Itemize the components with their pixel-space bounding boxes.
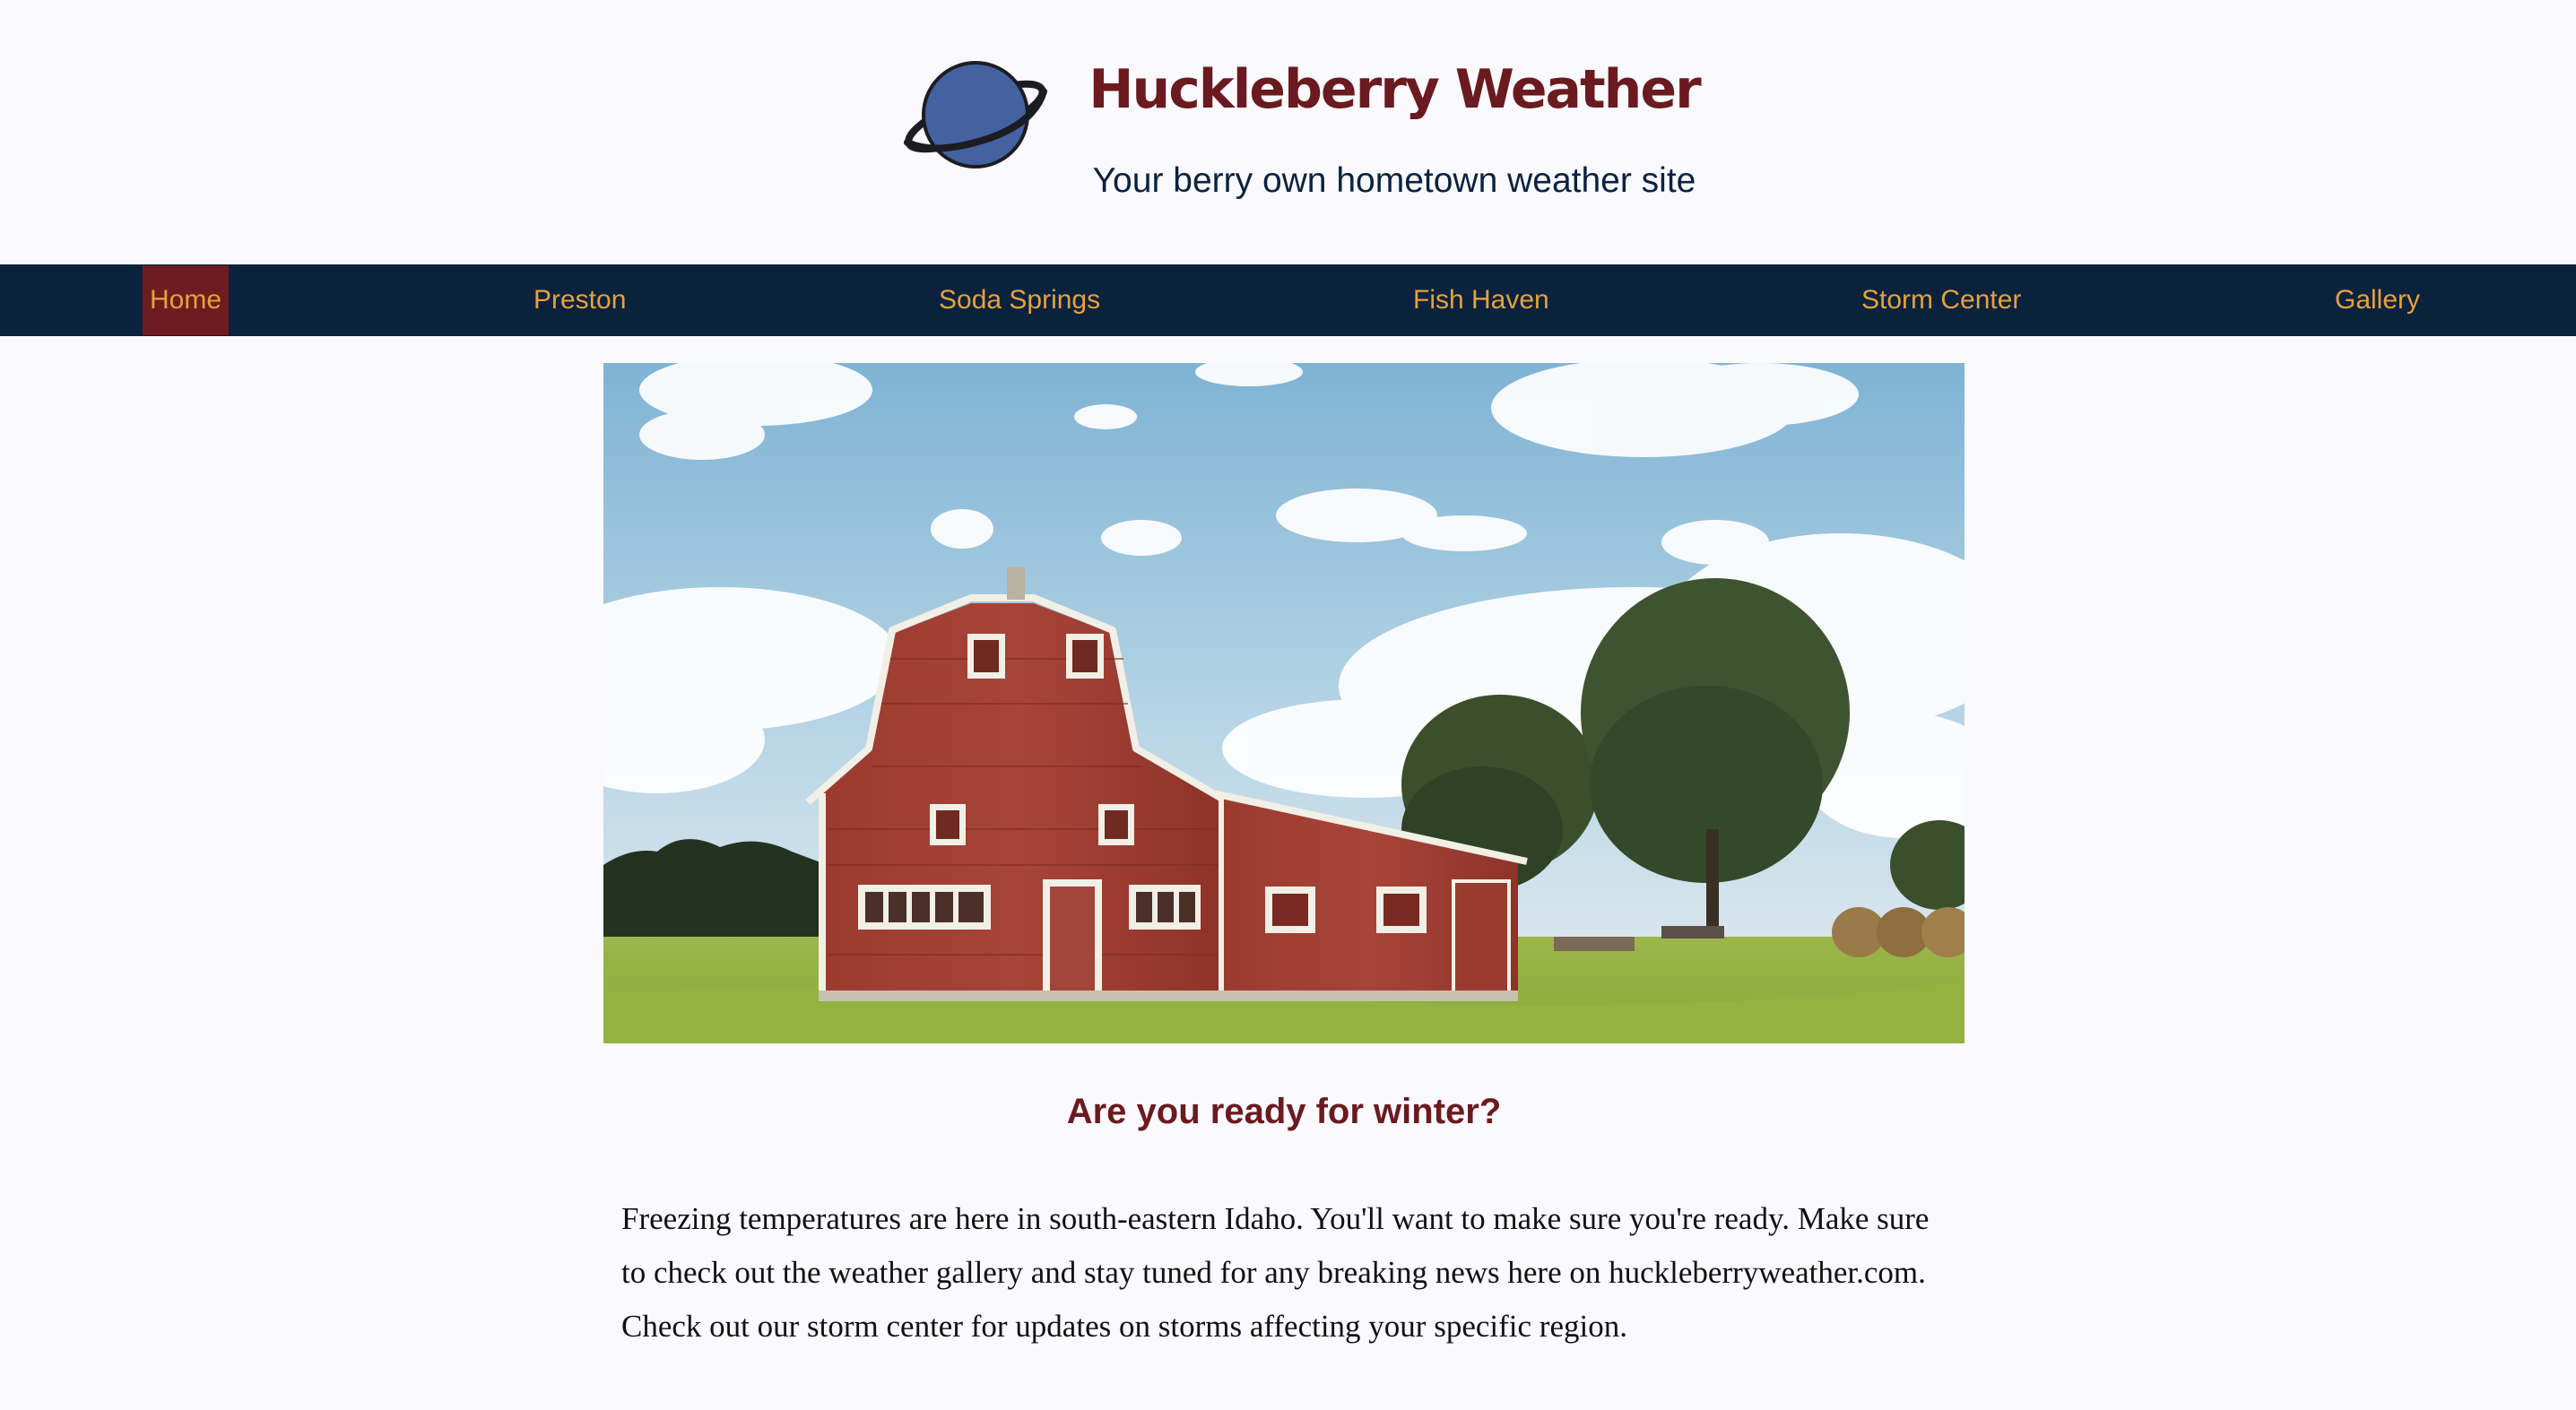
site-title: Huckleberry Weather <box>1089 58 1701 121</box>
site-tagline: Your berry own hometown weather site <box>1092 161 1696 200</box>
site-header: Huckleberry Weather Your berry own homet… <box>0 0 2576 264</box>
main-nav: Home Preston Soda Springs Fish Haven Sto… <box>0 264 2576 336</box>
planet-icon[interactable] <box>900 56 1051 174</box>
hero-image <box>603 363 1965 1043</box>
red-barn-photo <box>603 363 1965 1043</box>
nav-item-soda-springs[interactable]: Soda Springs <box>939 264 1100 336</box>
nav-item-storm-center[interactable]: Storm Center <box>1861 264 2021 336</box>
nav-item-fish-haven[interactable]: Fish Haven <box>1413 264 1549 336</box>
nav-item-gallery[interactable]: Gallery <box>2335 264 2420 336</box>
article-headline: Are you ready for winter? <box>1066 1092 1502 1131</box>
article-body: Freezing temperatures are here in south-… <box>621 1201 1930 1344</box>
nav-item-home[interactable]: Home <box>143 265 230 335</box>
nav-item-preston[interactable]: Preston <box>533 264 626 336</box>
